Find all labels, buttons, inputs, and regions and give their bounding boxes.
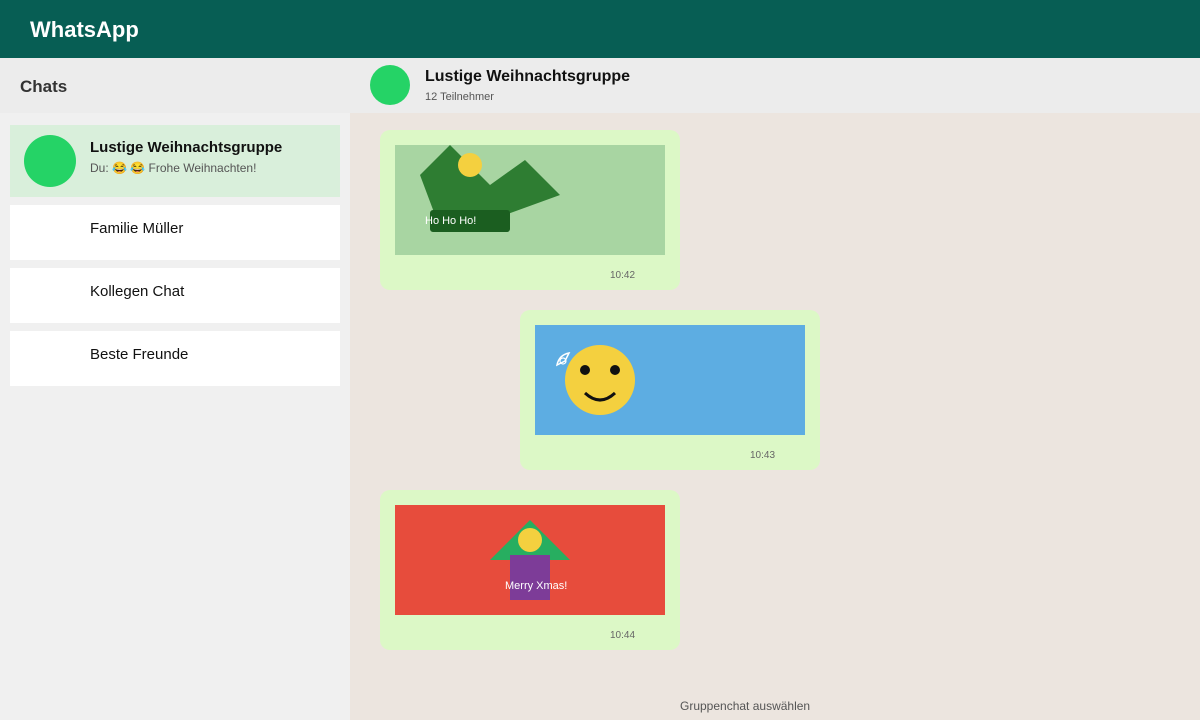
avatar bbox=[370, 65, 410, 105]
app-title: WhatsApp bbox=[30, 17, 139, 42]
sticker-caption: Merry Xmas! bbox=[505, 580, 568, 592]
chat-preview: Du: 😂 😂 Frohe Weihnachten! bbox=[90, 161, 257, 175]
sticker-image bbox=[535, 325, 805, 435]
chat-item-beste-freunde[interactable]: Beste Freunde bbox=[10, 331, 340, 386]
chat-name: Familie Müller bbox=[90, 220, 184, 237]
chat-name: Kollegen Chat bbox=[90, 283, 185, 300]
chat-name: Beste Freunde bbox=[90, 346, 189, 363]
sticker-caption: Ho Ho Ho! bbox=[425, 215, 477, 227]
message-bubble[interactable]: Merry Xmas! 10:44 bbox=[380, 490, 680, 650]
message-bubble[interactable]: Ho Ho Ho! 10:42 bbox=[380, 130, 680, 290]
message-bubble[interactable]: 10:43 bbox=[520, 310, 820, 470]
sidebar-header: Chats bbox=[0, 58, 350, 113]
chat-item-kollegen-chat[interactable]: Kollegen Chat bbox=[10, 268, 340, 323]
chat-sidebar: Chats Lustige Weihnachtsgruppe Du: 😂 😂 F… bbox=[0, 58, 350, 720]
sticker-dinosaur-santa[interactable]: Ho Ho Ho! bbox=[395, 145, 665, 255]
sticker-smiley-santa-hat[interactable] bbox=[535, 325, 805, 435]
message-time: 10:42 bbox=[610, 270, 636, 281]
message-time: 10:43 bbox=[750, 450, 776, 461]
avatar bbox=[24, 135, 76, 187]
chat-item-familie-mueller[interactable]: Familie Müller bbox=[10, 205, 340, 260]
message-time: 10:44 bbox=[610, 630, 636, 641]
chat-name: Lustige Weihnachtsgruppe bbox=[90, 139, 283, 156]
conversation-header[interactable]: Lustige Weihnachtsgruppe 12 Teilnehmer bbox=[350, 58, 1200, 113]
footer-hint: Gruppenchat auswählen bbox=[680, 699, 811, 713]
app-header: WhatsApp bbox=[0, 0, 1200, 58]
chat-item-lustige-weihnachtsgruppe[interactable]: Lustige Weihnachtsgruppe Du: 😂 😂 Frohe W… bbox=[10, 125, 340, 197]
conversation-title: Lustige Weihnachtsgruppe bbox=[425, 68, 631, 85]
sticker-gift-tree[interactable]: Merry Xmas! bbox=[395, 505, 665, 615]
participant-count: 12 Teilnehmer bbox=[425, 91, 494, 103]
sticker-image bbox=[395, 145, 665, 255]
sticker-image bbox=[395, 505, 665, 615]
sidebar-title: Chats bbox=[20, 77, 68, 96]
